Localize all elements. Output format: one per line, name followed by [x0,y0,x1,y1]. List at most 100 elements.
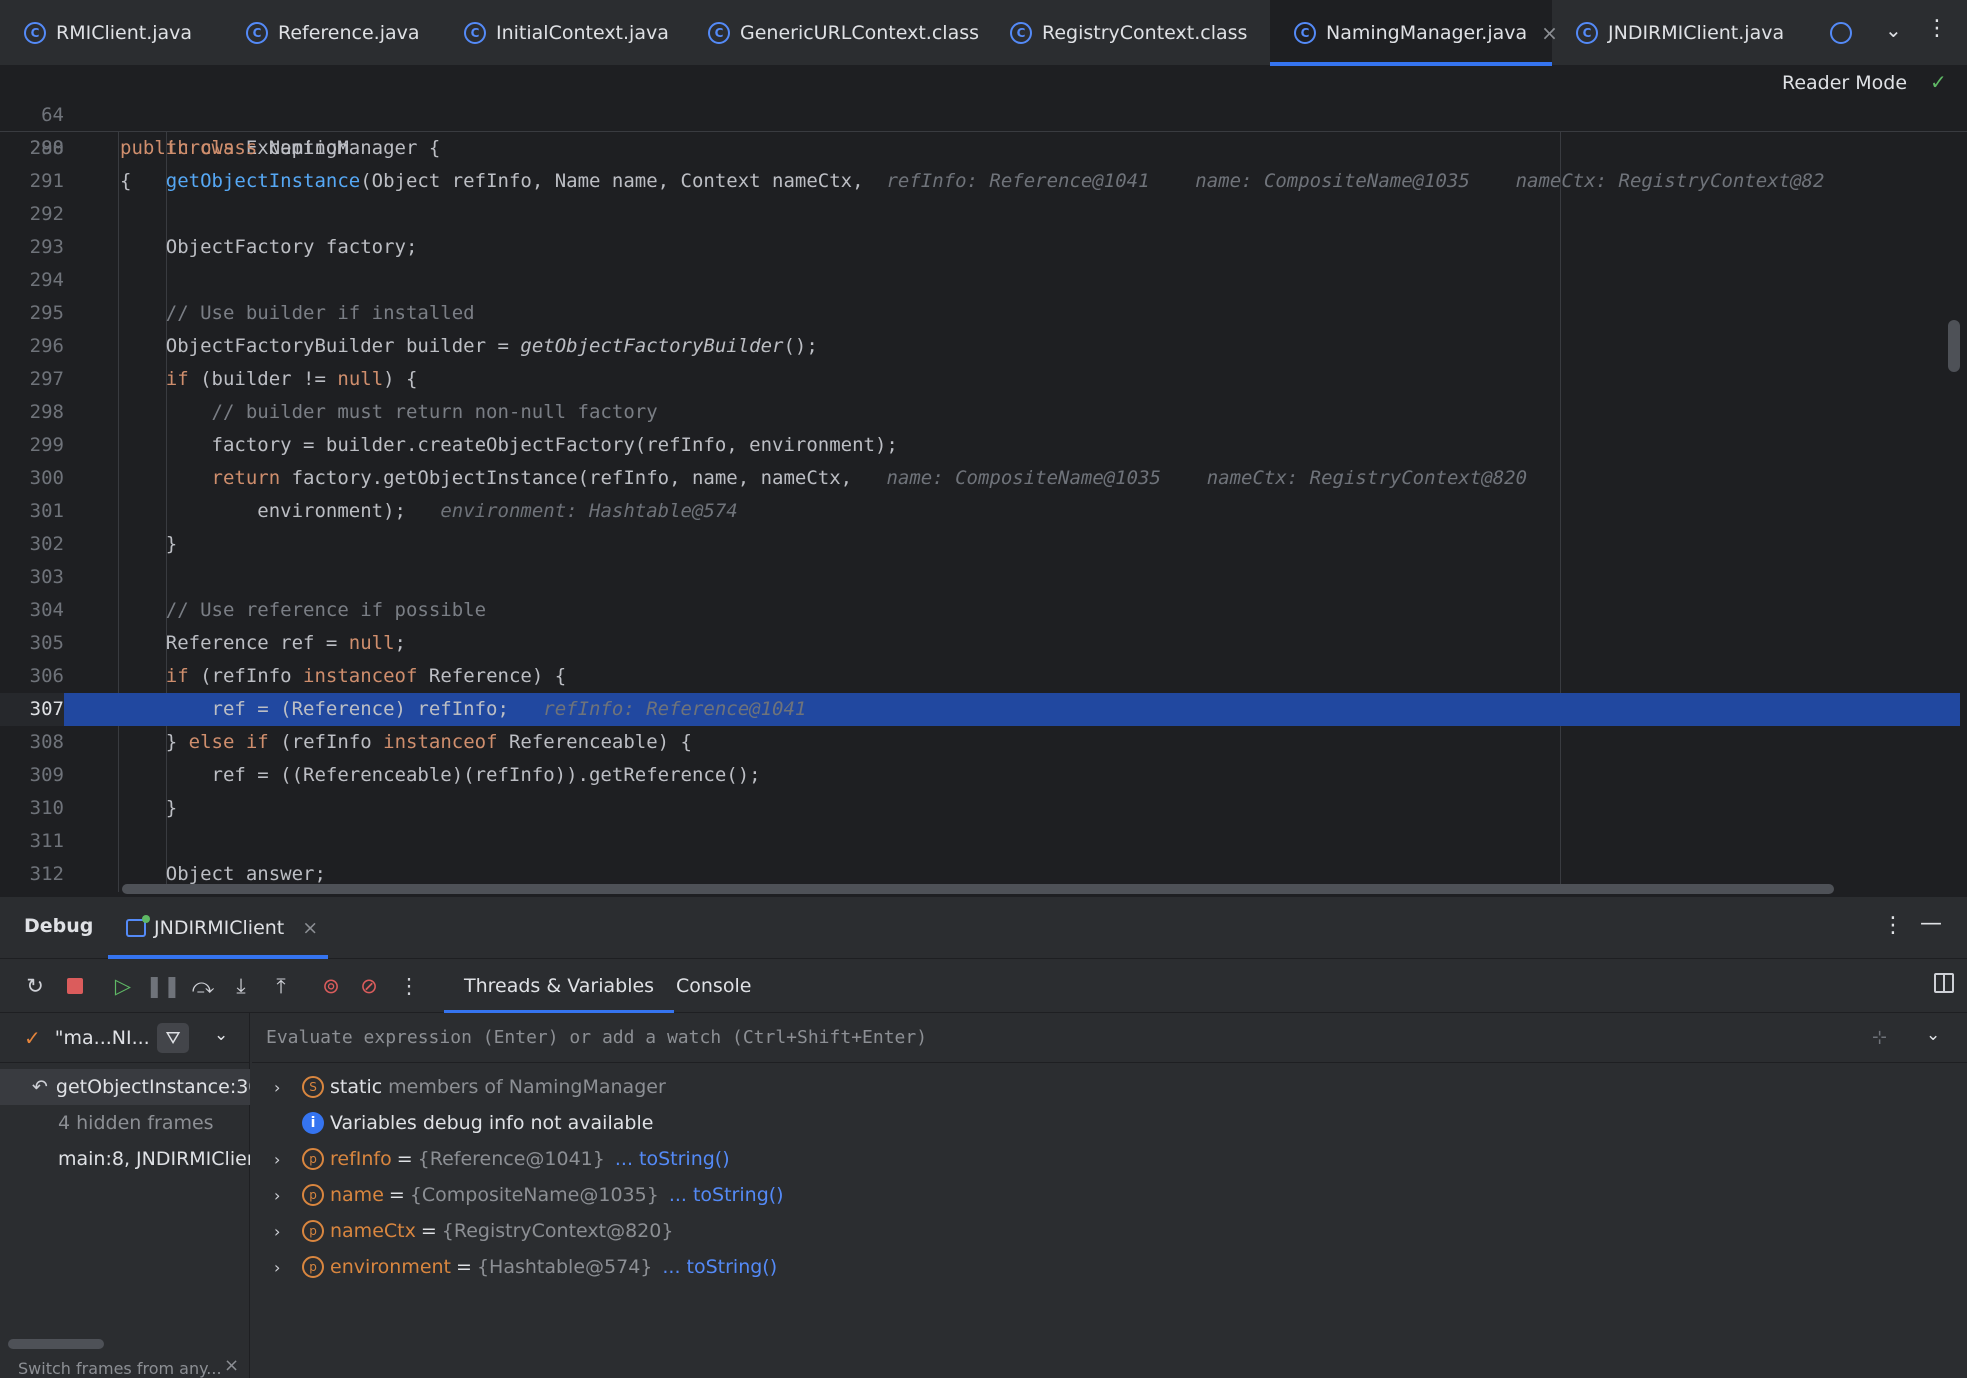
code-line[interactable]: 292 [0,198,1960,231]
close-icon[interactable]: × [224,1355,239,1376]
code-line[interactable]: 293 ObjectFactory factory; [0,231,1960,264]
add-watch-icon[interactable]: ⊹ [1872,1027,1887,1048]
chevron-right-icon[interactable]: › [274,1258,302,1277]
code-line[interactable]: 301 environment); environment: Hashtable… [0,495,1960,528]
tab-label: RegistryContext.class [1042,22,1248,44]
line-number[interactable]: 303 [0,561,64,594]
code-line[interactable]: 295 // Use builder if installed [0,297,1960,330]
frame-label: main:8, JNDIRMIClient [58,1148,250,1170]
stack-frame[interactable]: ↶ getObjectInstance:307 [0,1069,250,1105]
tab-label: Console [676,975,752,997]
code-line[interactable]: 297 if (builder != null) { [0,363,1960,396]
evaluate-expression-input[interactable] [266,1027,1766,1048]
code-line[interactable]: 310 } [0,792,1960,825]
line-number[interactable]: 293 [0,231,64,264]
chevron-right-icon[interactable]: › [274,1186,302,1205]
frames-scrollbar[interactable] [8,1339,104,1349]
step-out-icon[interactable]: ⤒ [268,973,294,999]
code-editor[interactable]: 64 public class NamingManager { 288 getO… [0,66,1967,896]
code-line[interactable]: 309 ref = ((Referenceable)(refInfo)).get… [0,759,1960,792]
reader-mode-button[interactable]: Reader Mode [1782,72,1907,94]
view-breakpoints-icon[interactable]: ⊚ [318,973,344,999]
tostring-link[interactable]: ... toString() [669,1184,784,1206]
line-number[interactable]: 312 [0,858,64,891]
line-number[interactable]: 301 [0,495,64,528]
tab-jndirmiclient[interactable]: C JNDIRMIClient.java [1552,0,1812,66]
code-line[interactable]: 302 } [0,528,1960,561]
tab-namingmanager[interactable]: C NamingManager.java × [1270,0,1558,66]
variable-row-static[interactable]: › S static members of NamingManager [252,1069,1967,1105]
layout-icon[interactable] [1934,973,1954,993]
tostring-link[interactable]: ... toString() [662,1256,777,1278]
line-number[interactable]: 304 [0,594,64,627]
variable-row-info: i Variables debug info not available [252,1105,1967,1141]
line-number[interactable]: 302 [0,528,64,561]
tab-registrycontext[interactable]: C RegistryContext.class [986,0,1270,66]
chevron-down-icon[interactable]: ⌄ [1885,18,1902,42]
tab-rmiclient[interactable]: C RMIClient.java [0,0,222,66]
code-line[interactable]: 299 factory = builder.createObjectFactor… [0,429,1960,462]
hidden-frames[interactable]: 4 hidden frames [0,1105,250,1141]
vertical-scrollbar[interactable] [1948,320,1960,372]
code-line[interactable]: 306 if (refInfo instanceof Reference) { [0,660,1960,693]
chevron-down-icon[interactable]: ⌄ [214,1025,228,1045]
tab-debug-session[interactable]: JNDIRMIClient × [108,897,328,959]
variable-row-namectx[interactable]: › p nameCtx = {RegistryContext@820} [252,1213,1967,1249]
step-into-icon[interactable]: ⤓ [228,973,254,999]
line-number[interactable]: 305 [0,627,64,660]
variable-row-environment[interactable]: › p environment = {Hashtable@574} ... to… [252,1249,1967,1285]
line-number[interactable]: 310 [0,792,64,825]
filter-icon[interactable]: ⛛ [157,1023,189,1053]
line-number[interactable]: 307 [0,693,64,726]
code-line[interactable]: 303 [0,561,1960,594]
rerun-icon[interactable]: ↻ [22,973,48,999]
line-number[interactable]: 299 [0,429,64,462]
stack-frame[interactable]: main:8, JNDIRMIClient [0,1141,250,1177]
close-icon[interactable]: × [302,917,318,939]
more-vertical-icon[interactable]: ⋮ [396,973,422,999]
more-vertical-icon[interactable]: ⋮ [1882,913,1904,938]
code-text: getObjectInstance(Object refInfo, Name n… [165,170,1825,192]
stop-icon[interactable] [62,973,88,999]
line-number[interactable]: 294 [0,264,64,297]
chevron-down-icon[interactable]: ⌄ [1926,1025,1940,1045]
chevron-right-icon[interactable]: › [274,1078,302,1097]
line-number[interactable]: 309 [0,759,64,792]
chevron-right-icon[interactable]: › [274,1222,302,1241]
tab-reference[interactable]: C Reference.java [222,0,440,66]
thread-selector[interactable]: ✓ "ma...NI... ⛛ ⌄ [0,1013,250,1063]
variable-row-name[interactable]: › p name = {CompositeName@1035} ... toSt… [252,1177,1967,1213]
line-number[interactable]: 308 [0,726,64,759]
line-number[interactable]: 296 [0,330,64,363]
line-number[interactable]: 306 [0,660,64,693]
tab-initialcontext[interactable]: C InitialContext.java [440,0,684,66]
chevron-right-icon[interactable]: › [274,1150,302,1169]
minimize-icon[interactable]: — [1920,911,1942,936]
code-line[interactable]: 294 [0,264,1960,297]
more-vertical-icon[interactable]: ⋮ [1926,16,1948,41]
tab-threads-variables[interactable]: Threads & Variables [444,959,675,1013]
code-line[interactable]: 311 [0,825,1960,858]
mute-breakpoints-icon[interactable]: ⊘ [356,973,382,999]
tab-console[interactable]: Console [656,959,771,1013]
line-number[interactable]: 297 [0,363,64,396]
line-number[interactable]: 311 [0,825,64,858]
line-number[interactable]: 298 [0,396,64,429]
horizontal-scrollbar[interactable] [122,884,1834,894]
pause-icon[interactable]: ❚❚ [145,973,180,999]
code-line[interactable]: 298 // builder must return non-null fact… [0,396,1960,429]
code-line[interactable]: 304 // Use reference if possible [0,594,1960,627]
code-line[interactable]: 308 } else if (refInfo instanceof Refere… [0,726,1960,759]
code-line[interactable]: 300 return factory.getObjectInstance(ref… [0,462,1960,495]
tostring-link[interactable]: ... toString() [615,1148,730,1170]
step-over-icon[interactable]: ⤼ [190,973,216,999]
line-number[interactable]: 300 [0,462,64,495]
class-file-icon[interactable] [1830,22,1852,44]
code-line[interactable]: 305 Reference ref = null; [0,627,1960,660]
variable-row-refinfo[interactable]: › p refInfo = {Reference@1041} ... toStr… [252,1141,1967,1177]
line-number[interactable]: 295 [0,297,64,330]
resume-icon[interactable]: ▷ [110,973,136,999]
tab-genericurlcontext[interactable]: C GenericURLContext.class [684,0,986,66]
current-execution-line[interactable]: 307 ref = (Reference) refInfo; refInfo: … [0,693,1960,726]
code-line[interactable]: 296 ObjectFactoryBuilder builder = getOb… [0,330,1960,363]
